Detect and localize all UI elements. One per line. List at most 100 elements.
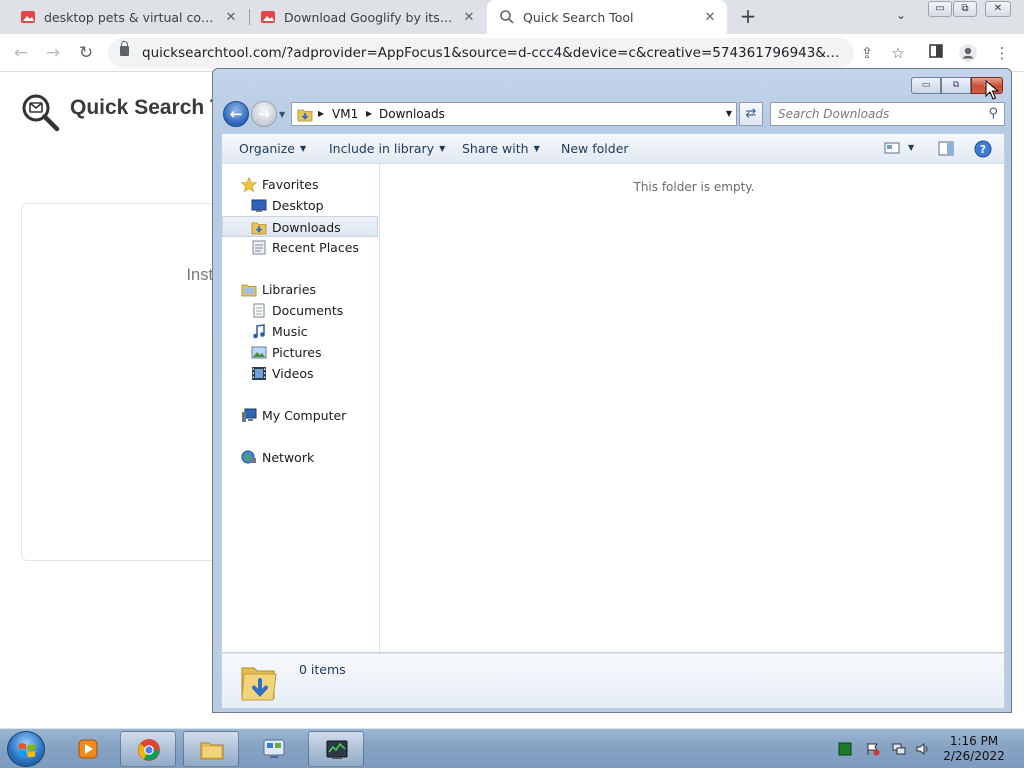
tab-desktop-pets[interactable]: desktop pets & virtual companio ✕ <box>0 0 248 34</box>
maximize-button[interactable]: ⧉ <box>941 77 971 94</box>
downloads-folder-icon <box>251 222 267 235</box>
new-tab-button[interactable]: + <box>738 5 758 27</box>
site-title: Quick Search T <box>70 96 223 119</box>
share-with-menu[interactable]: Share with ▼ <box>462 141 540 156</box>
profile-avatar-icon[interactable] <box>958 43 978 63</box>
browser-tabstrip: desktop pets & virtual companio ✕ Downlo… <box>0 0 1024 34</box>
view-options-dropdown-icon[interactable]: ▼ <box>908 143 914 152</box>
explorer-address-bar[interactable]: ▶ VM1 ▶ Downloads ▼ <box>291 102 737 126</box>
explorer-content: Favorites Desktop Downloads Recent Place… <box>221 163 1005 653</box>
search-logo-icon <box>22 94 60 132</box>
breadcrumb-arrow-icon[interactable]: ▶ <box>366 109 372 118</box>
address-bar[interactable]: quicksearchtool.com/?adprovider=AppFocus… <box>108 38 854 68</box>
nav-libraries[interactable]: Libraries <box>222 279 378 300</box>
computer-icon <box>242 408 257 422</box>
lock-icon[interactable] <box>120 41 129 56</box>
tab-title: Download Googlify by itsNemo - <box>284 9 458 25</box>
music-note-icon <box>253 324 265 339</box>
chevron-down-icon: ▼ <box>300 144 307 153</box>
include-in-library-menu[interactable]: Include in library ▼ <box>329 141 445 156</box>
start-button[interactable] <box>7 731 45 767</box>
address-url[interactable]: quicksearchtool.com/?adprovider=AppFocus… <box>142 45 842 61</box>
menu-kebab-icon[interactable]: ⋮ <box>992 43 1012 63</box>
details-pane: 0 items <box>221 653 1005 709</box>
breadcrumb-vm1[interactable]: VM1 <box>332 107 358 121</box>
navigation-pane: Favorites Desktop Downloads Recent Place… <box>222 164 380 652</box>
nav-label: Music <box>272 324 308 339</box>
item-count: 0 items <box>299 662 346 677</box>
nav-music[interactable]: Music <box>222 321 378 342</box>
organize-menu[interactable]: Organize ▼ <box>239 141 306 156</box>
desktop-icon <box>251 199 267 212</box>
control-panel-icon <box>263 739 285 758</box>
volume-speaker-icon[interactable] <box>916 742 930 756</box>
task-manager-taskbar-button[interactable] <box>308 731 364 767</box>
videos-film-icon <box>252 367 266 380</box>
browser-restore-button[interactable]: ⧉ <box>953 1 977 17</box>
new-folder-button[interactable]: New folder <box>561 141 629 156</box>
help-icon[interactable]: ? <box>974 140 992 158</box>
media-player-icon <box>78 739 98 759</box>
browser-close-button[interactable]: ✕ <box>985 1 1011 17</box>
preview-pane-icon[interactable] <box>938 141 954 156</box>
bookmark-star-icon[interactable]: ☆ <box>888 43 908 63</box>
forward-arrow-icon[interactable]: → <box>42 42 64 64</box>
windows-logo-icon <box>19 743 35 758</box>
action-center-flag-icon[interactable] <box>866 742 880 756</box>
search-icon[interactable]: ⚲ <box>988 106 998 121</box>
change-view-icon[interactable] <box>884 141 900 155</box>
network-tray-icon[interactable] <box>892 742 906 756</box>
tray-app-green-icon[interactable] <box>838 742 852 756</box>
forward-button[interactable]: → <box>251 101 277 127</box>
favorites-star-icon <box>241 177 257 192</box>
recent-pages-dropdown-icon[interactable]: ▼ <box>279 110 285 119</box>
breadcrumb-arrow-icon[interactable]: ▶ <box>318 109 324 118</box>
system-clock[interactable]: 1:16 PM 2/26/2022 <box>934 734 1014 764</box>
tab-close-icon[interactable]: ✕ <box>458 10 480 25</box>
address-dropdown-icon[interactable]: ▼ <box>726 109 732 118</box>
explorer-window[interactable]: ▭ ⧉ ✕ ← → ▼ ▶ VM1 ▶ Downloads ▼ ⇄ Search… <box>212 68 1012 713</box>
reload-icon[interactable]: ↻ <box>75 42 97 64</box>
back-button[interactable]: ← <box>223 101 249 127</box>
nav-recent-places[interactable]: Recent Places <box>222 237 378 258</box>
gallery-favicon-icon <box>261 11 275 23</box>
media-player-taskbar-button[interactable] <box>60 731 116 767</box>
chrome-icon <box>138 739 160 761</box>
nav-my-computer[interactable]: My Computer <box>222 405 378 426</box>
nav-desktop[interactable]: Desktop <box>222 195 378 216</box>
chrome-taskbar-button[interactable] <box>120 731 176 767</box>
control-panel-taskbar-button[interactable] <box>246 731 302 767</box>
nav-network[interactable]: Network <box>222 447 378 468</box>
network-globe-icon <box>241 450 256 464</box>
tab-search-chevron-icon[interactable]: ⌄ <box>896 8 906 22</box>
nav-label: Network <box>262 450 315 465</box>
side-panel-icon[interactable] <box>926 43 946 63</box>
search-favicon-icon <box>500 10 514 24</box>
empty-folder-message: This folder is empty. <box>633 180 755 194</box>
windows-taskbar: 1:16 PM 2/26/2022 <box>0 728 1024 768</box>
back-arrow-icon[interactable]: ← <box>10 42 32 64</box>
nav-pictures[interactable]: Pictures <box>222 342 378 363</box>
nav-downloads[interactable]: Downloads <box>222 216 378 237</box>
tab-close-icon[interactable]: ✕ <box>699 10 721 25</box>
nav-documents[interactable]: Documents <box>222 300 378 321</box>
tab-quick-search-tool[interactable]: Quick Search Tool ✕ <box>487 0 727 34</box>
downloads-folder-icon <box>297 109 313 122</box>
search-downloads-input[interactable]: Search Downloads ⚲ <box>770 102 1005 126</box>
nav-videos[interactable]: Videos <box>222 363 378 384</box>
chevron-down-icon: ▼ <box>533 144 540 153</box>
refresh-icon[interactable]: ⇄ <box>739 102 763 126</box>
nav-favorites[interactable]: Favorites <box>222 174 378 195</box>
browser-minimize-button[interactable]: ▭ <box>928 1 952 17</box>
tab-download-googlify[interactable]: Download Googlify by itsNemo - ✕ <box>250 0 486 34</box>
nav-label: Recent Places <box>272 240 359 255</box>
share-icon[interactable]: ⇪ <box>857 43 877 63</box>
tab-close-icon[interactable]: ✕ <box>220 10 242 25</box>
explorer-taskbar-button[interactable] <box>183 731 239 767</box>
minimize-button[interactable]: ▭ <box>911 77 941 94</box>
mouse-cursor-icon <box>985 80 999 100</box>
downloads-folder-large-icon <box>241 667 277 701</box>
breadcrumb-downloads[interactable]: Downloads <box>379 107 445 121</box>
nav-label: Libraries <box>262 282 316 297</box>
nav-label: Downloads <box>272 220 341 235</box>
